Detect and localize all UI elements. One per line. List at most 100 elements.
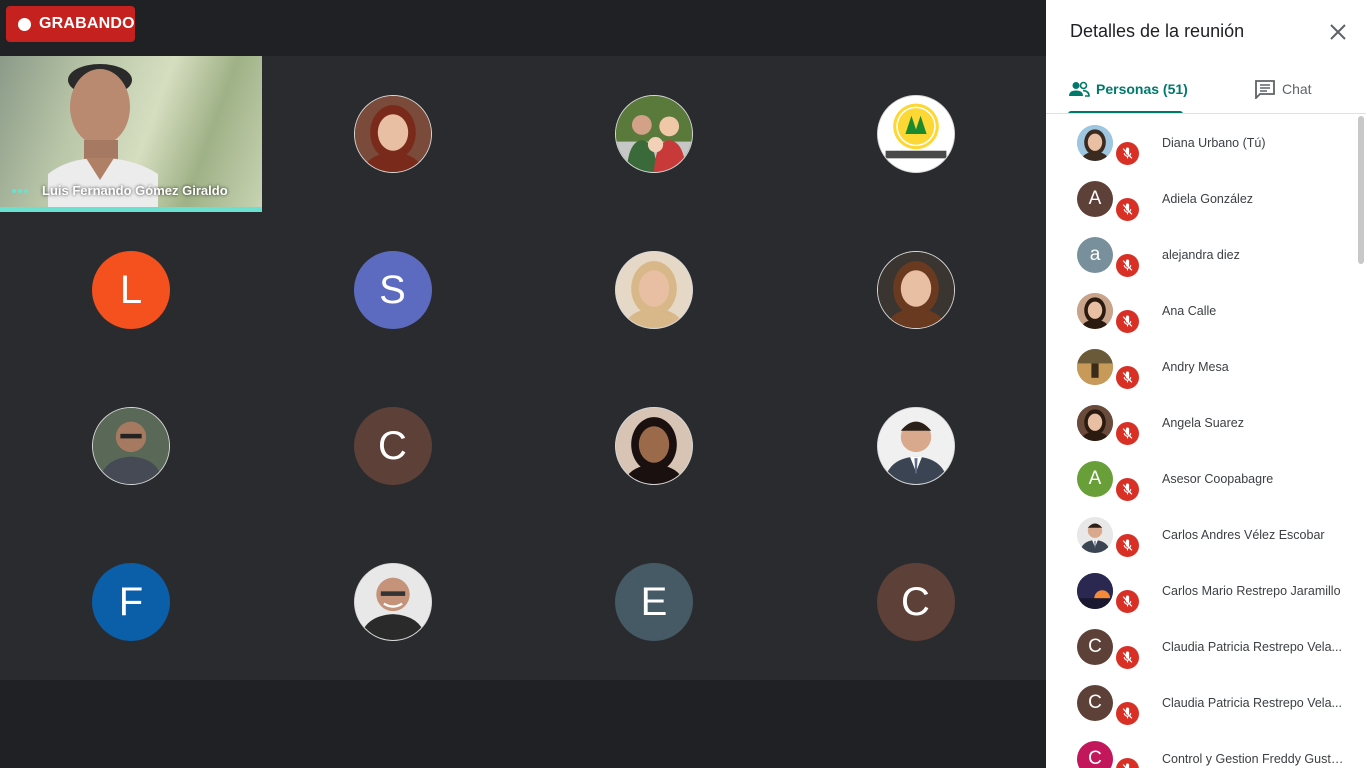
chat-icon bbox=[1255, 80, 1275, 99]
mic-muted-icon bbox=[1114, 644, 1141, 671]
recording-label: GRABANDO bbox=[39, 15, 135, 32]
mic-muted-icon bbox=[1114, 756, 1141, 768]
family-avatar-icon bbox=[615, 95, 693, 173]
participant-tile[interactable] bbox=[0, 368, 262, 524]
participant-avatar-letter: C bbox=[1077, 685, 1113, 721]
participant-avatar-letter: A bbox=[1077, 181, 1113, 217]
participant-tile[interactable]: S bbox=[262, 212, 524, 368]
panel-tabs: Personas (51) Chat bbox=[1046, 64, 1366, 114]
man-bald-glasses-avatar-icon bbox=[353, 563, 432, 641]
participant-name: Carlos Andres Vélez Escobar bbox=[1162, 528, 1325, 542]
sunset-avatar-icon bbox=[1077, 573, 1113, 609]
participant-avatar-letter: C bbox=[1077, 629, 1113, 665]
participant-tile[interactable] bbox=[785, 56, 1047, 212]
participant-name: Claudia Patricia Restrepo Vela... bbox=[1162, 696, 1342, 710]
bottom-bar bbox=[0, 680, 1046, 768]
participant-avatar-letter: C bbox=[353, 407, 432, 485]
mic-muted-icon bbox=[1114, 140, 1141, 167]
woman-blonde-avatar-icon bbox=[615, 251, 693, 329]
participant-name: Carlos Mario Restrepo Jaramillo bbox=[1162, 584, 1341, 598]
mic-muted-icon bbox=[1114, 532, 1141, 559]
participant-row[interactable]: C Claudia Patricia Restrepo Vela... bbox=[1046, 619, 1358, 675]
tab-chat-label: Chat bbox=[1282, 81, 1312, 97]
speaker-name: Luis Fernando Gómez Giraldo bbox=[42, 183, 228, 198]
recording-badge[interactable]: GRABANDO bbox=[6, 6, 135, 42]
participant-row[interactable]: A Adiela González bbox=[1046, 171, 1358, 227]
panel-title: Detalles de la reunión bbox=[1070, 21, 1245, 41]
mic-muted-icon bbox=[1114, 588, 1141, 615]
participant-row[interactable]: Carlos Mario Restrepo Jaramillo bbox=[1046, 563, 1358, 619]
participant-tile[interactable]: E bbox=[523, 524, 785, 680]
participant-avatar-letter: S bbox=[353, 251, 432, 329]
participant-tile[interactable] bbox=[262, 524, 524, 680]
scrollbar[interactable] bbox=[1358, 116, 1364, 264]
participants-list: Diana Urbano (Tú) A Adiela González a alejan… bbox=[1046, 115, 1358, 768]
people-icon bbox=[1069, 81, 1090, 97]
participant-row[interactable]: C Control y Gestion Freddy Gusta... bbox=[1046, 731, 1358, 768]
participant-row[interactable]: a alejandra diez bbox=[1046, 227, 1358, 283]
participant-row[interactable]: Diana Urbano (Tú) bbox=[1046, 115, 1358, 171]
participant-tile[interactable]: L bbox=[0, 212, 262, 368]
woman-red-hair-avatar-icon bbox=[353, 95, 432, 173]
participant-tile[interactable] bbox=[785, 368, 1047, 524]
participant-row[interactable]: Carlos Andres Vélez Escobar bbox=[1046, 507, 1358, 563]
couple-avatar-icon bbox=[1077, 405, 1113, 441]
participant-row[interactable]: Ana Calle bbox=[1046, 283, 1358, 339]
participant-tile[interactable]: C bbox=[785, 524, 1047, 680]
participant-tile[interactable] bbox=[785, 212, 1047, 368]
woman-smiling-avatar-icon bbox=[615, 407, 693, 485]
mic-muted-icon bbox=[1114, 420, 1141, 447]
mic-muted-icon bbox=[1114, 308, 1141, 335]
participant-name: Ana Calle bbox=[1162, 304, 1217, 318]
participant-avatar-letter: C bbox=[876, 563, 955, 641]
participant-name: Angela Suarez bbox=[1162, 416, 1245, 430]
participant-tile[interactable] bbox=[523, 368, 785, 524]
participant-tile[interactable] bbox=[262, 56, 524, 212]
woman-dark-hair-avatar-icon bbox=[1077, 293, 1113, 329]
close-icon[interactable] bbox=[1326, 20, 1350, 44]
mic-muted-icon bbox=[1114, 364, 1141, 391]
participant-name: Claudia Patricia Restrepo Vela... bbox=[1162, 640, 1342, 654]
participant-tile[interactable] bbox=[523, 212, 785, 368]
top-bar: GRABANDO bbox=[0, 0, 1046, 56]
participant-row[interactable]: Angela Suarez bbox=[1046, 395, 1358, 451]
man-glasses-suit-avatar-icon bbox=[92, 407, 170, 485]
participant-name: Diana Urbano (Tú) bbox=[1162, 136, 1266, 150]
coopabagre-logo-avatar-icon bbox=[876, 95, 955, 173]
video-stage: GRABANDO Luis Fernando Gómez Giraldo LSC… bbox=[0, 0, 1046, 768]
participant-avatar-letter: C bbox=[1077, 741, 1113, 768]
mic-muted-icon bbox=[1114, 700, 1141, 727]
participant-avatar-letter: a bbox=[1077, 237, 1113, 273]
participant-avatar-letter: F bbox=[92, 563, 170, 641]
participant-row[interactable]: Andry Mesa bbox=[1046, 339, 1358, 395]
participant-name: Control y Gestion Freddy Gusta... bbox=[1162, 752, 1348, 766]
participant-name: Asesor Coopabagre bbox=[1162, 472, 1274, 486]
active-speaker-tile[interactable]: Luis Fernando Gómez Giraldo bbox=[0, 56, 262, 212]
tab-people[interactable]: Personas (51) bbox=[1068, 64, 1188, 114]
mic-muted-icon bbox=[1114, 196, 1141, 223]
recording-dot-icon bbox=[18, 17, 31, 31]
audio-level-icon bbox=[12, 189, 28, 193]
participant-row[interactable]: C Claudia Patricia Restrepo Vela... bbox=[1046, 675, 1358, 731]
tabs-divider bbox=[1046, 113, 1366, 114]
participant-avatar-letter: A bbox=[1077, 461, 1113, 497]
participant-tile[interactable]: C bbox=[262, 368, 524, 524]
participant-name: alejandra diez bbox=[1162, 248, 1240, 262]
woman-brown-hair-avatar-icon bbox=[876, 251, 955, 329]
tab-people-label: Personas (51) bbox=[1096, 81, 1188, 97]
participant-tile[interactable]: F bbox=[0, 524, 262, 680]
participant-name: Adiela González bbox=[1162, 192, 1254, 206]
participant-avatar-letter: L bbox=[92, 251, 170, 329]
participant-avatar-letter: E bbox=[615, 563, 693, 641]
mic-muted-icon bbox=[1114, 476, 1141, 503]
participant-name: Andry Mesa bbox=[1162, 360, 1229, 374]
outdoor-scene-avatar-icon bbox=[1077, 349, 1113, 385]
participant-row[interactable]: A Asesor Coopabagre bbox=[1046, 451, 1358, 507]
meeting-details-panel: Detalles de la reunión Personas (51) Cha… bbox=[1046, 0, 1366, 768]
tab-chat[interactable]: Chat bbox=[1254, 64, 1312, 114]
man-suit-tie-avatar-icon bbox=[876, 407, 955, 485]
woman-sunglasses-avatar-icon bbox=[1077, 125, 1113, 161]
man-suit-avatar-icon bbox=[1077, 517, 1113, 553]
mic-muted-icon bbox=[1114, 252, 1141, 279]
participant-tile[interactable] bbox=[523, 56, 785, 212]
